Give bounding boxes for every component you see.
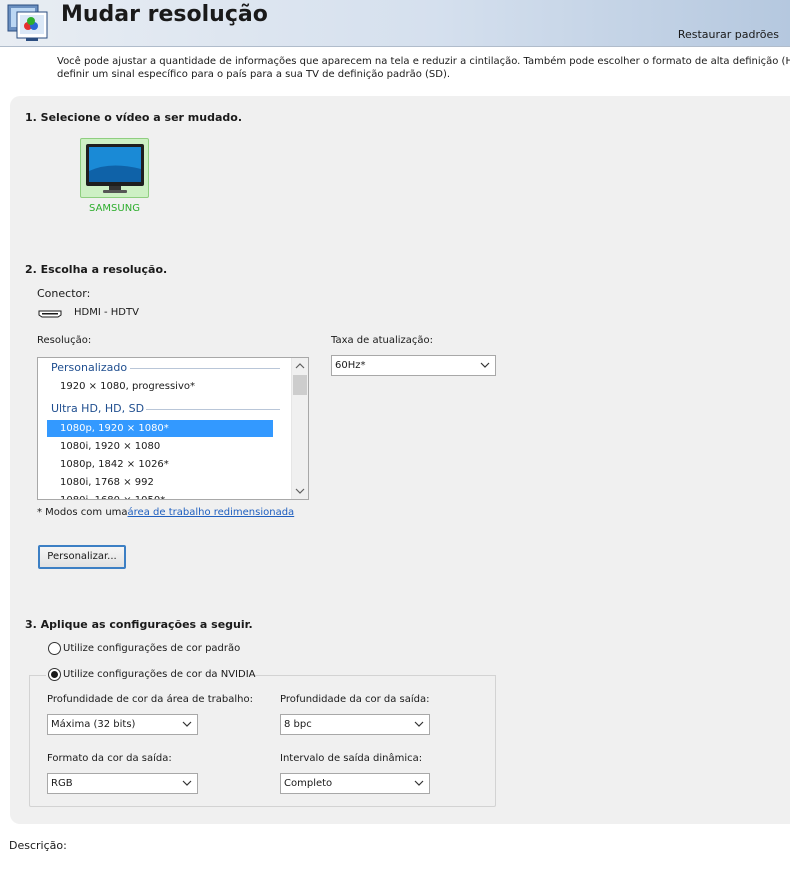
resolution-option[interactable]: 1080i, 1920 × 1080 [47,438,273,455]
chevron-down-icon [182,721,192,727]
output-color-depth-label: Profundidade da cor da saída: [280,694,430,705]
desktop-color-depth-select[interactable]: Máxima (32 bits) [47,714,198,735]
output-color-format-label: Formato da cor da saída: [47,753,172,764]
output-color-format-value: RGB [51,778,73,789]
connector-value: HDMI - HDTV [74,307,139,318]
display-tile-samsung[interactable] [80,138,149,198]
output-color-format-select[interactable]: RGB [47,773,198,794]
resolution-option-selected[interactable]: 1080p, 1920 × 1080* [47,420,273,437]
intro-line-1: Você pode ajustar a quantidade de inform… [57,56,790,67]
refresh-rate-value: 60Hz* [335,360,366,371]
group-divider [130,368,280,369]
resolution-option[interactable]: 1080i, 1680 × 1050* [47,492,273,499]
page-title: Mudar resolução [61,2,268,27]
scroll-thumb[interactable] [293,375,307,395]
refresh-rate-select[interactable]: 60Hz* [331,355,496,376]
resolution-listbox[interactable]: Personalizado 1920 × 1080, progressivo* … [37,357,309,500]
chevron-down-icon [480,362,490,368]
resized-desktop-note: * Modos com umaárea de trabalho redimens… [37,507,294,518]
resized-desktop-link[interactable]: área de trabalho redimensionada [128,507,295,518]
chevron-down-icon [414,780,424,786]
display-settings-icon [7,4,48,41]
output-color-depth-select[interactable]: 8 bpc [280,714,430,735]
monitor-icon [86,144,144,193]
scroll-up-icon[interactable] [292,358,308,374]
desktop-color-depth-label: Profundidade de cor da área de trabalho: [47,694,253,705]
scroll-down-icon[interactable] [292,483,308,499]
customize-button[interactable]: Personalizar... [38,545,126,569]
section-3-title: 3. Aplique as configurações a seguir. [25,618,253,631]
hdmi-connector-icon [38,310,62,318]
list-group-header: Personalizado [51,361,128,374]
note-prefix: * Modos com uma [37,507,128,518]
description-label: Descrição: [9,839,67,852]
radio-nvidia-color-label: Utilize configurações de cor da NVIDIA [63,669,256,680]
chevron-down-icon [414,721,424,727]
list-group-header: Ultra HD, HD, SD [51,402,145,415]
radio-nvidia-color[interactable] [48,668,61,681]
radio-selected-dot [51,671,58,678]
desktop-color-depth-value: Máxima (32 bits) [51,719,136,730]
group-divider [146,409,280,410]
section-2-title: 2. Escolha a resolução. [25,263,168,276]
resolution-option[interactable]: 1080p, 1842 × 1026* [47,456,273,473]
listbox-scrollbar[interactable] [291,358,308,499]
resolution-label: Resolução: [37,335,92,346]
dynamic-range-label: Intervalo de saída dinâmica: [280,753,423,764]
radio-default-color[interactable] [48,642,61,655]
radio-default-color-label: Utilize configurações de cor padrão [63,643,241,654]
resolution-option[interactable]: 1920 × 1080, progressivo* [47,378,273,395]
output-color-depth-value: 8 bpc [284,719,312,730]
refresh-rate-label: Taxa de atualização: [331,335,434,346]
dynamic-range-select[interactable]: Completo [280,773,430,794]
resolution-option[interactable]: 1080i, 1768 × 992 [47,474,273,491]
chevron-down-icon [182,780,192,786]
intro-line-2: definir um sinal específico para o país … [57,69,451,80]
section-1-title: 1. Selecione o vídeo a ser mudado. [25,111,243,124]
intro-description: Você pode ajustar a quantidade de inform… [57,55,790,81]
page-header: Mudar resolução Restaurar padrões [0,0,790,47]
dynamic-range-value: Completo [284,778,333,789]
connector-label: Conector: [37,287,91,300]
display-name-label: SAMSUNG [89,203,140,214]
restore-defaults-link[interactable]: Restaurar padrões [678,28,779,41]
